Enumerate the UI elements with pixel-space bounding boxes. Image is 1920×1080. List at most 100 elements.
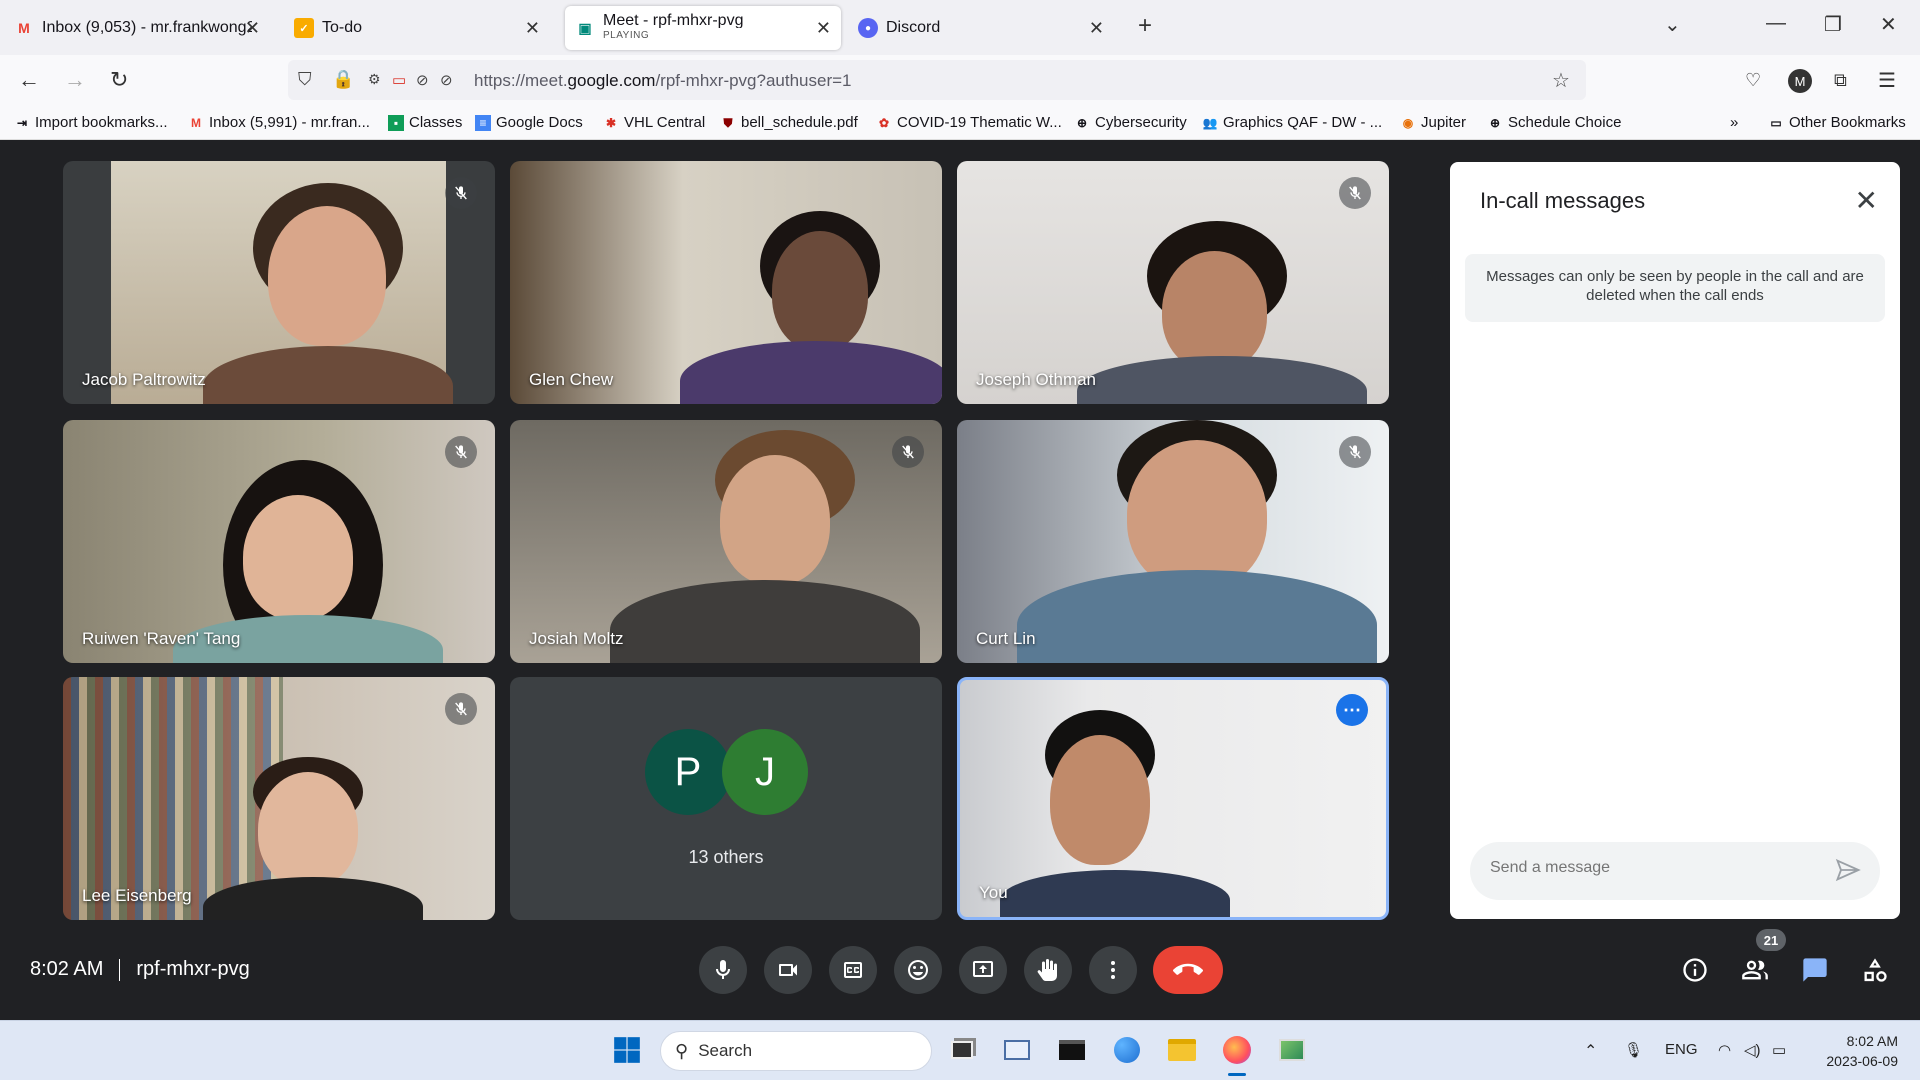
tab-list-chevron-icon[interactable]: ⌄ [1664,12,1681,37]
reactions-button[interactable] [894,946,942,994]
raise-hand-button[interactable] [1024,946,1072,994]
participant-name: Glen Chew [529,370,614,389]
bookmark-graphics[interactable]: 👥 Graphics QAF - DW - ... [1202,114,1383,131]
tab-meet[interactable]: ▣ Meet - rpf-mhxr-pvg PLAYING ✕ [565,6,841,50]
paint-app-icon[interactable] [1110,1033,1144,1067]
message-input-container[interactable] [1470,842,1880,900]
video-person [1017,570,1377,663]
bookmark-jupiter[interactable]: ◉ Jupiter [1400,114,1466,131]
participant-tile[interactable]: Lee Eisenberg [63,677,495,920]
monitor-app-icon[interactable] [1000,1033,1034,1067]
participant-tile[interactable]: Curt Lin [957,420,1389,663]
camera-active-icon[interactable]: ▭ [392,71,406,89]
chat-button[interactable] [1797,952,1833,988]
bookmark-vhl[interactable]: ✱ VHL Central [603,114,705,131]
forward-arrow-icon[interactable]: → [64,67,86,93]
bookmark-inbox[interactable]: M Inbox (5,991) - mr.fran... [188,114,370,131]
close-tab-icon[interactable]: ✕ [525,18,540,39]
bookmark-star-icon[interactable]: ☆ [1552,68,1570,93]
terminal-icon[interactable] [1055,1033,1089,1067]
url-text[interactable]: https://meet.google.com/rpf-mhxr-pvg?aut… [474,71,852,91]
file-explorer-icon[interactable] [1165,1033,1199,1067]
menu-icon[interactable]: ☰ [1878,68,1896,93]
reload-icon[interactable]: ↻ [110,67,128,93]
bookmark-cybersecurity[interactable]: ⊕ Cybersecurity [1074,114,1187,131]
bookmark-schedule-choice[interactable]: ⊕ Schedule Choice [1487,114,1621,131]
screen-share-icon[interactable]: ⊘ [416,71,429,89]
self-tile[interactable]: ⋯ You [957,677,1389,920]
in-call-messages-panel: In-call messages ✕ Messages can only be … [1450,162,1900,919]
close-tab-icon[interactable]: ✕ [1089,18,1104,39]
firefox-icon[interactable] [1220,1033,1254,1067]
bookmarks-overflow-icon[interactable]: » [1730,114,1738,131]
other-bookmarks[interactable]: ▭ Other Bookmarks [1768,114,1905,131]
bookmark-google-docs[interactable]: ≡ Google Docs [475,114,583,131]
bookmark-label: COVID-19 Thematic W... [897,114,1062,131]
windows-taskbar: ⚲ Search ⌃ 🎙 ENG ◠ ◁) ▭ 8:02 AM 2023-06-… [0,1020,1920,1080]
participant-tile[interactable]: Joseph Othman [957,161,1389,404]
autoplay-blocked-icon[interactable]: ⊘ [440,71,453,89]
shield-icon[interactable]: ⛉ [298,69,312,90]
extensions-icon[interactable]: ⧉ [1834,70,1847,91]
gmail-icon: M [191,115,201,130]
camera-button[interactable] [764,946,812,994]
tab-todo[interactable]: ✓ To-do ✕ [284,6,550,50]
battery-icon[interactable]: ▭ [1772,1041,1786,1059]
more-options-icon[interactable]: ⋯ [1336,694,1368,726]
participant-name: Jacob Paltrowitz [82,370,206,389]
bookmark-classes[interactable]: ▪ Classes [388,114,462,131]
volume-icon[interactable]: ◁) [1744,1041,1761,1059]
close-tab-icon[interactable]: ✕ [245,18,260,39]
bookmark-bell-schedule[interactable]: ⛊ bell_schedule.pdf [720,114,857,131]
permissions-icon[interactable]: ⚙ [368,71,381,88]
mic-muted-icon [1339,436,1371,468]
activities-button[interactable] [1857,952,1893,988]
tab-discord[interactable]: ● Discord ✕ [848,6,1114,50]
people-button[interactable] [1737,952,1773,988]
message-input[interactable] [1488,858,1828,878]
start-button[interactable] [610,1033,644,1067]
profile-avatar[interactable]: M [1788,69,1812,93]
others-tile[interactable]: P J 13 others [510,677,942,920]
window-close-icon[interactable]: ✕ [1880,12,1897,37]
bookmark-import[interactable]: ⇥ Import bookmarks... [14,114,168,131]
bookmark-covid[interactable]: ✿ COVID-19 Thematic W... [876,114,1062,131]
video-person [1127,440,1267,590]
chevron-up-icon[interactable]: ⌃ [1584,1041,1597,1061]
bookmark-label: Import bookmarks... [35,114,168,131]
participant-tile[interactable]: Glen Chew [510,161,942,404]
close-tab-icon[interactable]: ✕ [816,18,831,39]
taskbar-search[interactable]: ⚲ Search [660,1031,932,1071]
new-tab-icon[interactable]: + [1138,12,1152,40]
minimize-icon[interactable]: — [1766,12,1786,35]
send-icon[interactable] [1834,856,1862,884]
microphone-tray-icon[interactable]: 🎙 [1624,1041,1643,1059]
wifi-icon[interactable]: ◠ [1718,1041,1731,1059]
more-options-button[interactable] [1089,946,1137,994]
restore-icon[interactable]: ❐ [1824,12,1842,37]
task-view-icon[interactable] [945,1033,979,1067]
tab-title: To-do [322,19,363,36]
tab-gmail-inbox[interactable]: M Inbox (9,053) - mr.frankwong20 ✕ [4,6,270,50]
classroom-icon: ✓ [294,18,314,38]
photos-app-icon[interactable] [1275,1033,1309,1067]
captions-button[interactable] [829,946,877,994]
meeting-details-button[interactable] [1677,952,1713,988]
lock-icon[interactable]: 🔒 [332,69,354,90]
participant-tile[interactable]: Josiah Moltz [510,420,942,663]
participant-name: Curt Lin [976,629,1036,648]
present-screen-button[interactable] [959,946,1007,994]
classroom-icon: ▪ [388,114,404,131]
language-indicator[interactable]: ENG [1665,1041,1698,1058]
participant-tile[interactable]: Ruiwen 'Raven' Tang [63,420,495,663]
pocket-icon[interactable]: ♡ [1745,70,1761,91]
people-icon: 👥 [1202,115,1218,130]
address-bar[interactable]: ⛉ 🔒 ⚙ ▭ ⊘ ⊘ https://meet.google.com/rpf-… [288,60,1586,100]
close-icon[interactable]: ✕ [1855,184,1878,217]
microphone-button[interactable] [699,946,747,994]
back-arrow-icon[interactable]: ← [18,67,40,93]
system-clock[interactable]: 8:02 AM 2023-06-09 [1800,1031,1898,1071]
participant-tile[interactable]: Jacob Paltrowitz [63,161,495,404]
hand-icon [1037,959,1057,981]
end-call-button[interactable] [1153,946,1223,994]
